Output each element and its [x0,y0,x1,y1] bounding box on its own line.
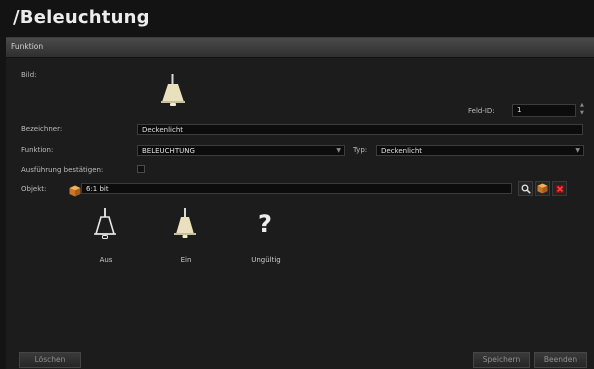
state-invalid[interactable]: ? [256,208,276,242]
question-mark-icon: ? [258,210,272,238]
close-button[interactable]: Beenden [534,352,587,368]
state-invalid-label: Ungültig [251,256,281,264]
object-value: 6:1 bit [86,185,109,193]
type-label: Typ: [353,146,368,154]
delete-button[interactable]: Löschen [19,352,81,368]
lamp-off-icon [94,208,116,239]
state-on-label: Ein [180,256,192,264]
confirm-execution-checkbox[interactable] [137,165,145,173]
chevron-down-icon: ▼ [336,147,341,154]
object-input[interactable]: 6:1 bit [81,183,512,194]
field-id-input[interactable]: 1 [512,104,576,117]
lamp-on-icon [174,208,196,238]
page-title: /Beleuchtung [13,7,150,28]
function-select[interactable]: BELEUCHTUNG ▼ [137,145,345,156]
lamp-image-preview[interactable] [158,74,188,110]
state-off[interactable] [92,208,118,242]
spinner-down-icon[interactable]: ▼ [580,111,584,116]
object-cube-icon [69,182,81,201]
field-id-value: 1 [517,106,522,114]
field-id-label: Feld-ID: [468,107,495,115]
type-select[interactable]: Deckenlicht ▼ [376,145,584,156]
image-label: Bild: [21,71,37,79]
remove-icon [555,184,564,193]
state-off-label: Aus [99,256,113,264]
function-value: BELEUCHTUNG [142,147,195,155]
function-panel: Funktion Bild: Feld-ID: 1 ▲ ▼ Bezeichner… [6,37,594,369]
title-bar: /Beleuchtung [0,0,594,37]
type-value: Deckenlicht [381,147,423,155]
panel-header-label: Funktion [11,42,44,51]
search-icon [521,184,531,194]
remove-object-button[interactable] [552,181,567,196]
chevron-down-icon: ▼ [575,147,580,154]
confirm-execution-label: Ausführung bestätigen: [21,166,104,174]
state-on[interactable] [172,208,198,242]
panel-header: Funktion [6,38,594,58]
name-label: Bezeichner: [21,125,63,133]
name-value: Deckenlicht [142,126,184,134]
lamp-on-icon [161,74,185,106]
object-cube-icon [537,183,548,194]
name-input[interactable]: Deckenlicht [137,124,583,135]
object-label: Objekt: [21,185,47,193]
search-object-button[interactable] [518,181,533,196]
function-label: Funktion: [21,146,54,154]
select-object-button[interactable] [535,181,550,196]
spinner-up-icon[interactable]: ▲ [580,103,584,108]
save-button[interactable]: Speichern [473,352,530,368]
